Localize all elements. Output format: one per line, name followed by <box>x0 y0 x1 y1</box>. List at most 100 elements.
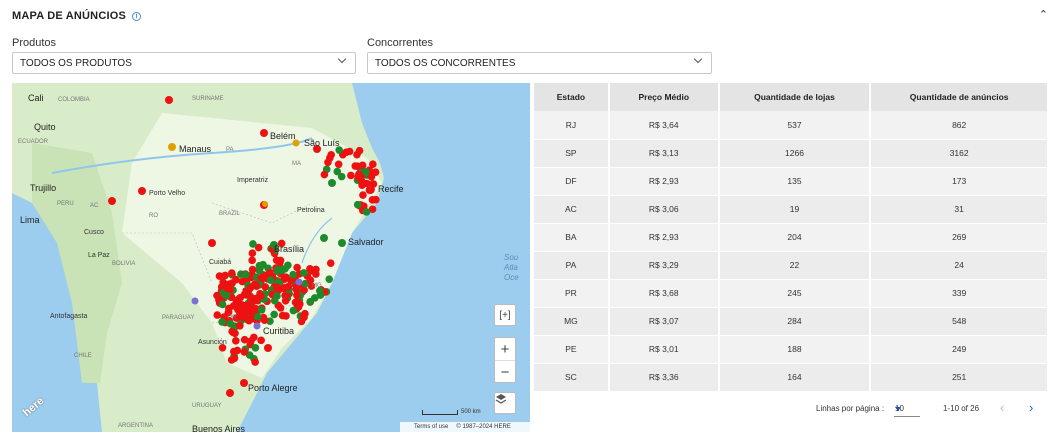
map-marker[interactable] <box>327 150 335 159</box>
map-marker[interactable] <box>232 337 240 345</box>
map-marker[interactable] <box>248 256 256 265</box>
table-row[interactable]: BA R$ 2,93 204 269 <box>534 223 1049 252</box>
map-marker[interactable] <box>253 312 262 321</box>
produtos-select[interactable]: TODOS OS PRODUTOS <box>12 52 356 74</box>
map-marker[interactable] <box>208 239 216 247</box>
map-marker[interactable] <box>230 354 239 363</box>
map-marker[interactable] <box>353 200 362 209</box>
map-marker[interactable] <box>276 304 285 312</box>
table-row[interactable]: RJ R$ 3,64 537 862 <box>534 111 1049 140</box>
map-marker[interactable] <box>270 310 278 319</box>
chevron-left-icon[interactable]: ‹ <box>1000 400 1004 415</box>
map-marker[interactable] <box>249 240 257 248</box>
map-marker[interactable] <box>355 146 364 155</box>
map-marker[interactable] <box>326 259 335 268</box>
map-marker[interactable] <box>213 311 222 319</box>
map-marker[interactable] <box>300 286 308 294</box>
map-marker[interactable] <box>240 348 249 356</box>
map-marker[interactable] <box>264 344 272 352</box>
map-marker[interactable] <box>355 170 363 178</box>
map-marker[interactable] <box>312 270 320 278</box>
terms-link[interactable]: Terms of use <box>414 424 448 430</box>
map-marker[interactable] <box>248 249 257 258</box>
map-marker[interactable] <box>232 275 240 284</box>
map-marker[interactable] <box>299 312 308 321</box>
ads-map[interactable]: Cali COLOMBIA SURINAME Quito ECUADOR Man… <box>12 83 530 432</box>
map-marker[interactable] <box>250 280 259 289</box>
map-marker[interactable] <box>215 272 224 280</box>
map-marker[interactable] <box>228 269 236 277</box>
map-marker[interactable] <box>236 294 244 302</box>
table-row[interactable]: DF R$ 2,93 135 173 <box>534 167 1049 196</box>
map-marker[interactable] <box>257 336 265 345</box>
map-marker[interactable] <box>138 187 146 195</box>
map-marker[interactable] <box>218 300 227 309</box>
map-marker[interactable] <box>333 167 342 176</box>
map-marker[interactable] <box>328 179 336 187</box>
table-row[interactable]: PA R$ 3,29 22 24 <box>534 251 1049 280</box>
map-marker[interactable] <box>253 322 261 330</box>
table-row[interactable]: PR R$ 3,68 245 339 <box>534 279 1049 308</box>
map-marker[interactable] <box>276 256 285 265</box>
map-marker[interactable] <box>273 292 281 300</box>
map-marker[interactable] <box>334 160 343 169</box>
map-marker[interactable] <box>345 147 354 156</box>
map-marker[interactable] <box>229 328 237 337</box>
map-marker[interactable] <box>168 143 176 151</box>
chevron-up-icon[interactable]: ⌃ <box>1039 8 1048 21</box>
table-row[interactable]: MG R$ 3,07 284 548 <box>534 307 1049 336</box>
map-marker[interactable] <box>293 291 301 299</box>
table-row[interactable]: AC R$ 3,06 19 31 <box>534 195 1049 224</box>
map-marker[interactable] <box>324 158 332 167</box>
map-marker[interactable] <box>347 171 355 180</box>
map-marker[interactable] <box>241 270 250 279</box>
map-marker[interactable] <box>230 347 238 356</box>
map-marker[interactable] <box>253 296 261 305</box>
map-marker[interactable] <box>251 358 259 366</box>
map-marker[interactable] <box>273 265 282 274</box>
map-marker[interactable] <box>325 275 334 283</box>
map-marker[interactable] <box>191 297 199 305</box>
map-marker[interactable] <box>266 276 275 284</box>
map-marker[interactable] <box>223 284 231 292</box>
layers-button[interactable] <box>494 392 516 414</box>
column-header-preco-medio[interactable]: Preço Médio <box>608 83 720 111</box>
chevron-right-icon[interactable]: › <box>1029 400 1033 415</box>
map-marker[interactable] <box>248 265 257 274</box>
map-marker[interactable] <box>257 306 266 314</box>
map-marker[interactable] <box>218 318 226 326</box>
map-marker[interactable] <box>251 344 260 352</box>
map-marker[interactable] <box>362 208 371 216</box>
rows-per-page-select[interactable]: 10 <box>894 401 920 417</box>
map-marker[interactable] <box>226 389 234 397</box>
table-row[interactable]: SP R$ 3,13 1266 3162 <box>534 139 1049 168</box>
map-marker[interactable] <box>372 195 380 204</box>
map-marker[interactable] <box>255 261 264 270</box>
map-marker[interactable] <box>261 283 270 291</box>
map-marker[interactable] <box>165 96 173 104</box>
map-marker[interactable] <box>289 270 297 279</box>
table-row[interactable]: PE R$ 3,01 188 249 <box>534 335 1049 364</box>
column-header-quantidade-anuncios[interactable]: Quantidade de anúncios <box>870 83 1049 111</box>
map-marker[interactable] <box>353 162 362 171</box>
zoom-in-button[interactable]: + <box>495 338 515 360</box>
map-marker[interactable] <box>300 269 308 277</box>
map-marker[interactable] <box>289 306 298 315</box>
fullscreen-button[interactable]: [+] <box>494 304 516 326</box>
map-marker[interactable] <box>272 283 281 291</box>
map-marker[interactable] <box>306 297 315 306</box>
map-marker[interactable] <box>226 319 235 328</box>
column-header-quantidade-lojas[interactable]: Quantidade de lojas <box>718 83 872 111</box>
map-marker[interactable] <box>241 301 250 310</box>
map-marker[interactable] <box>359 191 367 199</box>
map-marker[interactable] <box>338 239 346 247</box>
map-marker[interactable] <box>108 197 116 205</box>
map-marker[interactable] <box>295 278 303 286</box>
table-row[interactable]: SC R$ 3,36 164 251 <box>534 363 1049 392</box>
concorrentes-select[interactable]: TODOS OS CONCORRENTES <box>367 52 712 74</box>
map-marker[interactable] <box>213 291 221 300</box>
zoom-out-button[interactable]: − <box>495 361 515 383</box>
map-marker[interactable] <box>366 186 375 194</box>
map-marker[interactable] <box>296 300 304 308</box>
map-marker[interactable] <box>284 282 293 291</box>
